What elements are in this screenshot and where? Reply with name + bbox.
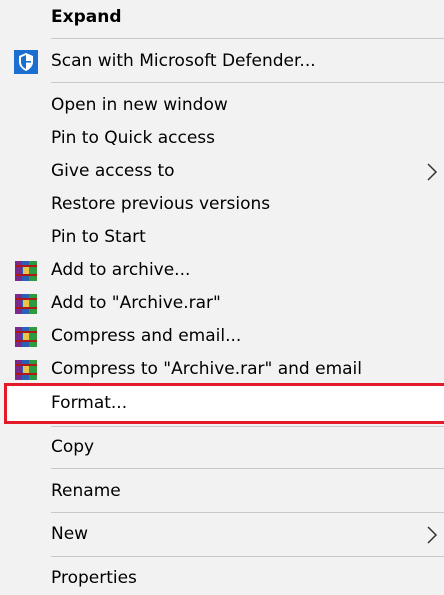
chevron-right-icon <box>426 162 438 182</box>
menu-item-label: Rename <box>51 481 121 501</box>
defender-shield-icon <box>14 49 38 74</box>
chevron-right-icon <box>426 525 438 545</box>
winrar-books-icon <box>14 292 38 316</box>
menu-item-pin-quick-access[interactable]: Pin to Quick access <box>0 122 444 155</box>
menu-item-add-archive-rar[interactable]: Add to "Archive.rar" <box>0 287 444 320</box>
menu-item-label: Pin to Start <box>51 227 146 247</box>
menu-item-scan-defender[interactable]: Scan with Microsoft Defender... <box>0 45 444 78</box>
menu-item-copy[interactable]: Copy <box>0 431 444 464</box>
menu-item-compress-email[interactable]: Compress and email... <box>0 320 444 353</box>
menu-item-label: Expand <box>51 7 122 27</box>
menu-item-label: Pin to Quick access <box>51 128 216 148</box>
menu-item-label: Copy <box>51 437 95 457</box>
winrar-books-icon <box>14 358 38 382</box>
separator <box>51 512 444 513</box>
menu-item-open-new-window[interactable]: Open in new window <box>0 89 444 122</box>
menu-item-pin-start[interactable]: Pin to Start <box>0 221 444 254</box>
winrar-books-icon <box>14 325 38 349</box>
menu-item-restore-previous[interactable]: Restore previous versions <box>0 188 444 221</box>
menu-item-add-archive[interactable]: Add to archive... <box>0 254 444 287</box>
menu-item-new[interactable]: New <box>0 518 444 551</box>
menu-item-give-access[interactable]: Give access to <box>0 155 444 188</box>
menu-item-label: New <box>51 524 89 544</box>
menu-item-label: Scan with Microsoft Defender... <box>51 51 316 71</box>
menu-item-expand[interactable]: Expand <box>0 1 444 34</box>
winrar-books-icon <box>14 259 38 283</box>
menu-item-label: Properties <box>51 568 137 588</box>
menu-item-rename[interactable]: Rename <box>0 475 444 508</box>
menu-item-compress-archive-email[interactable]: Compress to "Archive.rar" and email <box>0 353 444 386</box>
menu-item-label: Open in new window <box>51 95 228 115</box>
menu-item-label: Give access to <box>51 161 175 181</box>
menu-item-label: Format... <box>51 393 128 413</box>
separator <box>51 468 444 469</box>
menu-item-label: Add to archive... <box>51 260 191 280</box>
menu-item-format[interactable]: Format... <box>0 387 444 420</box>
menu-item-label: Add to "Archive.rar" <box>51 293 221 313</box>
separator <box>51 38 444 39</box>
menu-item-label: Compress to "Archive.rar" and email <box>51 359 363 379</box>
menu-item-properties[interactable]: Properties <box>0 562 444 595</box>
context-menu: Expand Scan with Microsoft Defender... O… <box>0 0 444 587</box>
separator <box>51 426 444 427</box>
separator <box>51 82 444 83</box>
menu-item-label: Compress and email... <box>51 326 242 346</box>
separator <box>51 556 444 557</box>
menu-item-label: Restore previous versions <box>51 194 271 214</box>
